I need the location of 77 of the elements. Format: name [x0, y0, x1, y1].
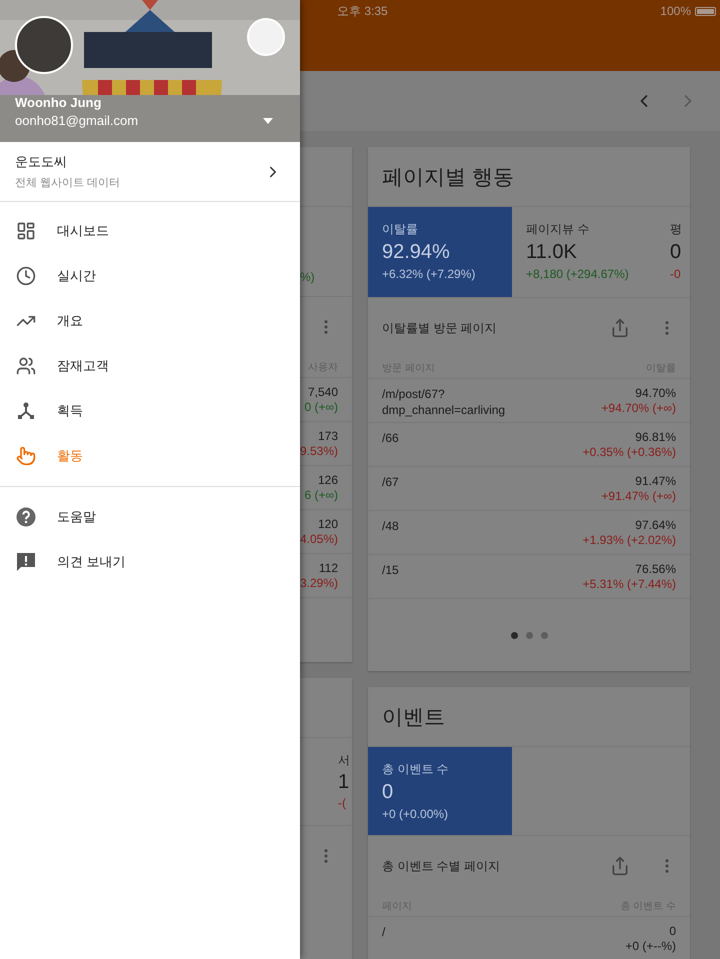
nav-item[interactable]: 개요 — [0, 298, 300, 343]
row-value: 173 — [318, 429, 338, 444]
row-change: +0.35% (+0.36%) — [582, 445, 676, 460]
row-change: 6 (+∞) — [304, 488, 338, 503]
clock-icon — [16, 266, 36, 286]
help-icon — [16, 506, 36, 526]
metric-change: +8,180 (+294.67%) — [526, 267, 630, 281]
row-value: 76.56% — [635, 562, 676, 577]
metric-change: +0 (+0.00%) — [382, 807, 450, 821]
metric-label: 이탈률 — [382, 221, 419, 238]
metric-change: -( — [338, 796, 346, 810]
row-change: +0 (+--%) — [625, 939, 676, 954]
metric-label: 총 이벤트 수 — [382, 761, 450, 778]
metric-tile[interactable]: 총 이벤트 수 0 +0 (+0.00%) — [368, 747, 512, 835]
metric-value: 11.0K — [526, 241, 578, 264]
pointer-icon — [16, 446, 36, 466]
row-value: 94.70% — [635, 386, 676, 401]
page-path: /66 — [382, 430, 399, 447]
table-title: 이탈률별 방문 페이지 — [382, 320, 498, 336]
row-value: 7,540 — [308, 385, 338, 400]
row-value: 96.81% — [635, 430, 676, 445]
metric-tile[interactable]: 이탈률 92.94% +6.32% (+7.29%) — [368, 207, 512, 297]
nav-item[interactable]: 획득 — [0, 388, 300, 433]
metric-value: 0 — [382, 781, 394, 804]
row-change: +91.47% (+∞) — [601, 489, 676, 504]
metric-value: 1 — [338, 771, 350, 794]
metric-label: 평 — [670, 221, 683, 238]
metric-value: 0 — [670, 241, 682, 264]
nav-item[interactable]: 도움말 — [0, 494, 300, 539]
row-change: 9.53%) — [300, 444, 338, 459]
metric-value: 92.94% — [382, 241, 451, 264]
table-title: 총 이벤트 수별 페이지 — [382, 858, 502, 874]
battery-level: 100% — [660, 4, 691, 18]
page-dot[interactable] — [510, 632, 518, 638]
nav-item[interactable]: 대시보드 — [0, 208, 300, 253]
row-change: +94.70% (+∞) — [601, 401, 676, 416]
metric-tile[interactable]: 페이지뷰 수 11.0K +8,180 (+294.67%) — [512, 207, 656, 297]
metric-change: %) — [300, 270, 316, 284]
row-change: 3.29%) — [300, 576, 338, 591]
battery-icon — [695, 6, 716, 16]
row-value: 91.47% — [635, 474, 676, 489]
share-icon[interactable] — [610, 318, 630, 338]
page-dot[interactable] — [540, 632, 548, 638]
row-change: +5.31% (+7.44%) — [582, 577, 676, 592]
people-icon — [16, 356, 36, 376]
metric-label: 페이지뷰 수 — [526, 221, 590, 238]
status-time: 오후 3:35 — [337, 2, 388, 20]
row-change: 0 (+∞) — [304, 400, 338, 415]
row-value: 112 — [318, 561, 338, 576]
row-value: 97.64% — [635, 518, 676, 533]
metric-change: +6.32% (+7.29%) — [382, 267, 476, 281]
nav-item[interactable]: 의견 보내기 — [0, 539, 300, 584]
metric-label: 서 — [338, 752, 350, 769]
dropdown-icon[interactable] — [263, 118, 273, 124]
feedback-icon — [16, 552, 36, 572]
metric-tile[interactable]: 평 0 -0 — [656, 207, 690, 297]
property-name: 운도도씨 — [15, 153, 68, 171]
page-path: /m/post/67? dmp_channel=carliving — [382, 386, 506, 419]
page-path: /67 — [382, 474, 399, 491]
account-name: Woonho Jung — [15, 94, 102, 112]
row-change: +1.93% (+2.02%) — [582, 533, 676, 548]
row-value: 126 — [318, 473, 338, 488]
nav-item[interactable]: 잠재고객 — [0, 343, 300, 388]
row-value: 120 — [318, 517, 338, 532]
row-change: 4.05%) — [300, 532, 338, 547]
page-dot[interactable] — [526, 632, 532, 638]
page-path: / — [382, 924, 386, 941]
metric-change: -0 — [670, 267, 682, 281]
branch-icon — [16, 400, 36, 420]
share-icon[interactable] — [610, 856, 630, 876]
account-email: oonho81@gmail.com — [15, 112, 138, 130]
page-path: /48 — [382, 518, 399, 535]
dashboard-icon — [16, 220, 36, 240]
row-value: 0 — [669, 924, 676, 939]
property-subtitle: 전체 웹사이트 데이터 — [15, 176, 120, 190]
nav-item[interactable]: 실시간 — [0, 253, 300, 298]
page-path: /15 — [382, 562, 399, 579]
